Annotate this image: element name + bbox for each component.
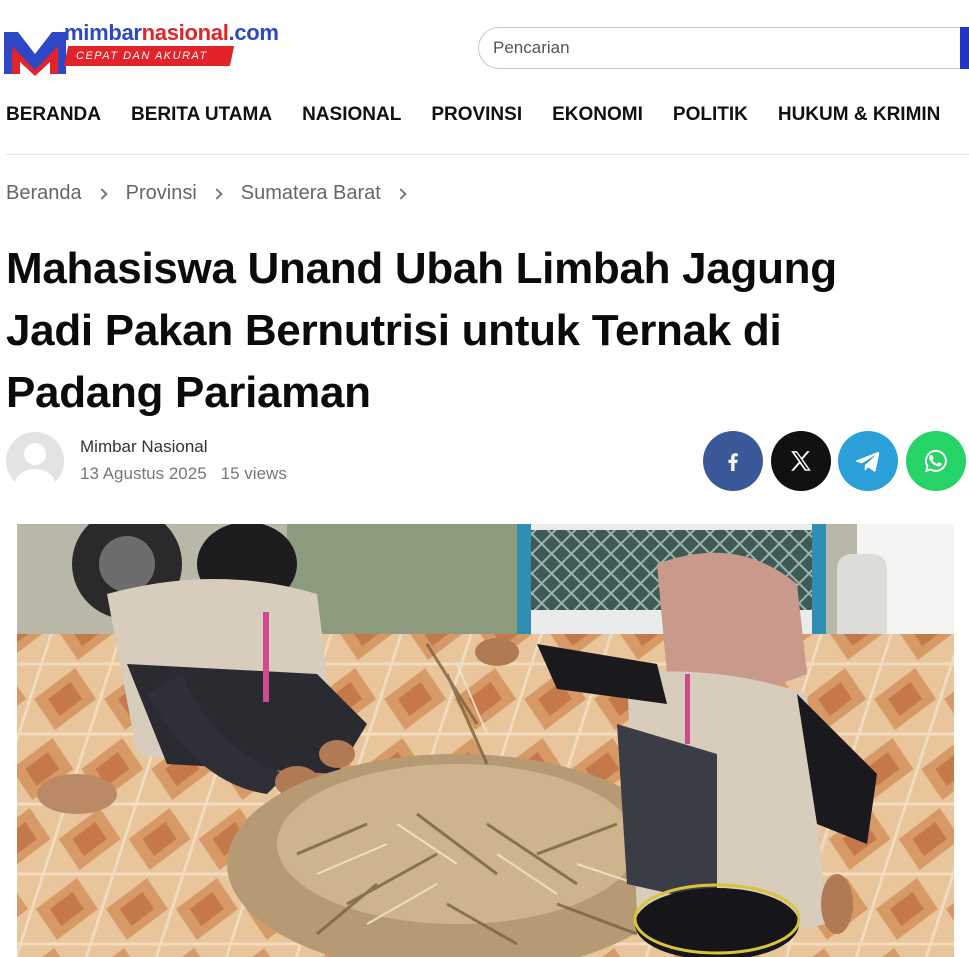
share-x-button[interactable] — [771, 431, 831, 491]
nav-item-provinsi[interactable]: PROVINSI — [431, 100, 522, 132]
nav-divider — [6, 154, 969, 155]
author-avatar[interactable] — [6, 432, 64, 490]
author-name[interactable]: Mimbar Nasional — [80, 437, 208, 457]
breadcrumb: Beranda Provinsi Sumatera Barat — [6, 182, 425, 205]
publish-date: 13 Agustus 2025 — [80, 464, 207, 483]
search-box — [478, 27, 969, 69]
whatsapp-icon — [925, 449, 947, 473]
share-facebook-button[interactable] — [703, 431, 763, 491]
chevron-right-icon — [395, 187, 407, 200]
breadcrumb-beranda[interactable]: Beranda — [6, 182, 82, 205]
facebook-icon — [728, 453, 738, 471]
article-featured-image[interactable] — [17, 524, 954, 957]
user-silhouette-icon — [15, 443, 55, 490]
search-input[interactable] — [493, 28, 953, 68]
nav-item-politik[interactable]: POLITIK — [673, 100, 748, 132]
nav-item-nasional[interactable]: NASIONAL — [302, 100, 401, 132]
share-whatsapp-button[interactable] — [906, 431, 966, 491]
breadcrumb-sumatera-barat[interactable]: Sumatera Barat — [241, 182, 381, 205]
nav-item-hukum-kriminal[interactable]: HUKUM & KRIMIN — [778, 100, 941, 132]
site-header: mimbarnasional.com CEPAT DAN AKURAT — [0, 0, 969, 95]
nav-item-berita-utama[interactable]: BERITA UTAMA — [131, 100, 272, 132]
chevron-right-icon — [95, 187, 108, 200]
chevron-right-icon — [211, 187, 223, 200]
logo-wordmark: mimbarnasional.com — [64, 20, 279, 45]
article-meta: 13 Agustus 2025 15 views — [80, 464, 287, 484]
main-nav: BERANDA BERITA UTAMA NASIONAL PROVINSI E… — [6, 100, 969, 132]
telegram-icon — [855, 452, 880, 472]
article-title: Mahasiswa Unand Ubah Limbah Jagung Jadi … — [6, 244, 837, 417]
view-count: 15 views — [220, 464, 287, 483]
logo-m-icon — [4, 32, 66, 76]
photo-illustration — [17, 524, 954, 957]
logo-tagline: CEPAT DAN AKURAT — [63, 46, 235, 66]
breadcrumb-provinsi[interactable]: Provinsi — [126, 182, 197, 205]
search-button[interactable] — [960, 27, 969, 69]
share-telegram-button[interactable] — [838, 431, 898, 491]
nav-item-ekonomi[interactable]: EKONOMI — [552, 100, 643, 132]
site-logo[interactable]: mimbarnasional.com CEPAT DAN AKURAT — [4, 18, 284, 80]
nav-item-beranda[interactable]: BERANDA — [6, 100, 101, 132]
x-icon — [791, 451, 811, 471]
